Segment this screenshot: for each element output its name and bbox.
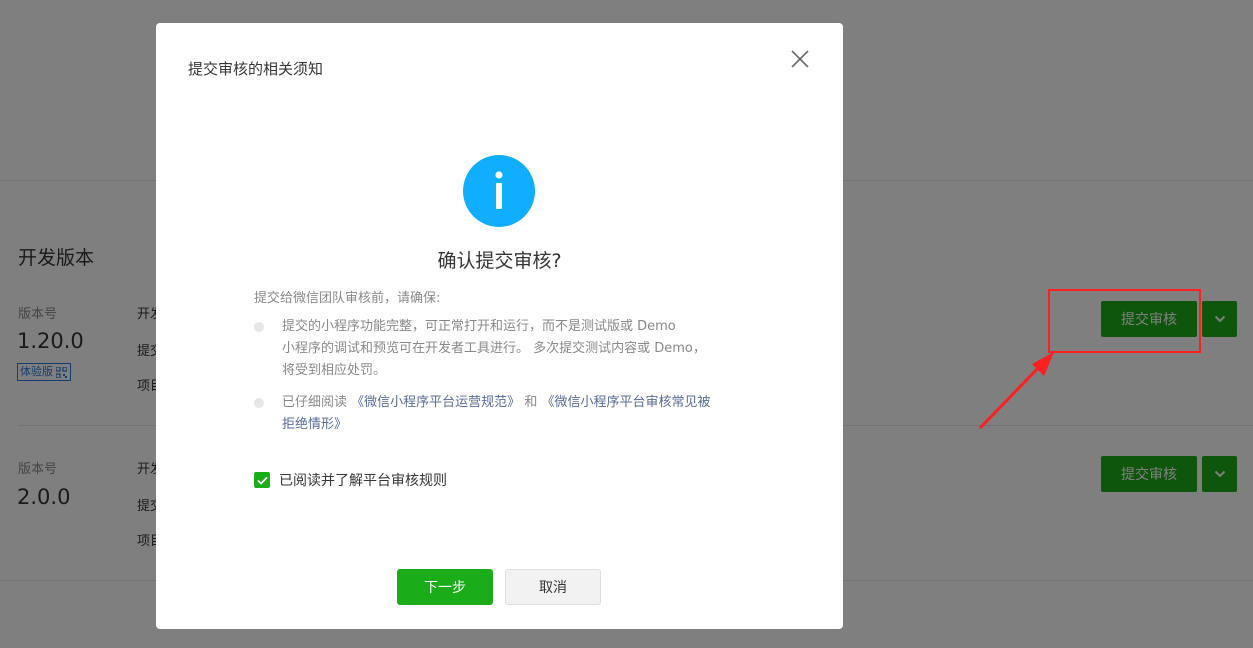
confirm-title: 确认提交审核? xyxy=(437,250,562,272)
rule-text-line: 小程序的调试和预览可在开发者工具进行。 多次提交测试内容或 Demo， xyxy=(282,341,706,356)
rule-middle: 和 xyxy=(524,395,538,410)
annotation-arrow xyxy=(978,352,1054,430)
annotation-highlight-box xyxy=(1048,289,1201,353)
bullet-dot xyxy=(254,322,264,332)
rule-prefix: 已仔细阅读 xyxy=(282,395,348,410)
rule-item: 已仔细阅读 《微信小程序平台运营规范》 和 《微信小程序平台审核常见被 拒绝情形… xyxy=(254,392,744,436)
info-icon xyxy=(463,155,535,227)
close-icon[interactable] xyxy=(788,47,812,71)
agree-checkbox[interactable] xyxy=(254,472,270,488)
rejection-cases-link[interactable]: 《微信小程序平台审核常见被 xyxy=(541,395,710,410)
agree-checkbox-row[interactable]: 已阅读并了解平台审核规则 xyxy=(254,470,447,490)
submit-review-dialog: 提交审核的相关须知 确认提交审核? 提交给微信团队审核前，请确保: 提交的小程序… xyxy=(156,23,843,629)
rejection-cases-link-cont[interactable]: 拒绝情形》 xyxy=(282,417,347,432)
check-icon xyxy=(256,476,268,485)
dialog-intro: 提交给微信团队审核前，请确保: xyxy=(254,291,441,306)
rule-item: 提交的小程序功能完整，可正常打开和运行，而不是测试版或 Demo 小程序的调试和… xyxy=(254,316,744,382)
cancel-button[interactable]: 取消 xyxy=(505,569,601,605)
rule-text-line: 将受到相应处罚。 xyxy=(282,363,387,378)
operation-rules-link[interactable]: 《微信小程序平台运营规范》 xyxy=(351,395,520,410)
dialog-title: 提交审核的相关须知 xyxy=(188,60,324,78)
next-step-button[interactable]: 下一步 xyxy=(397,569,493,605)
bullet-dot xyxy=(254,398,264,408)
agree-checkbox-label: 已阅读并了解平台审核规则 xyxy=(279,473,447,489)
rule-text-line: 提交的小程序功能完整，可正常打开和运行，而不是测试版或 Demo xyxy=(282,319,676,334)
